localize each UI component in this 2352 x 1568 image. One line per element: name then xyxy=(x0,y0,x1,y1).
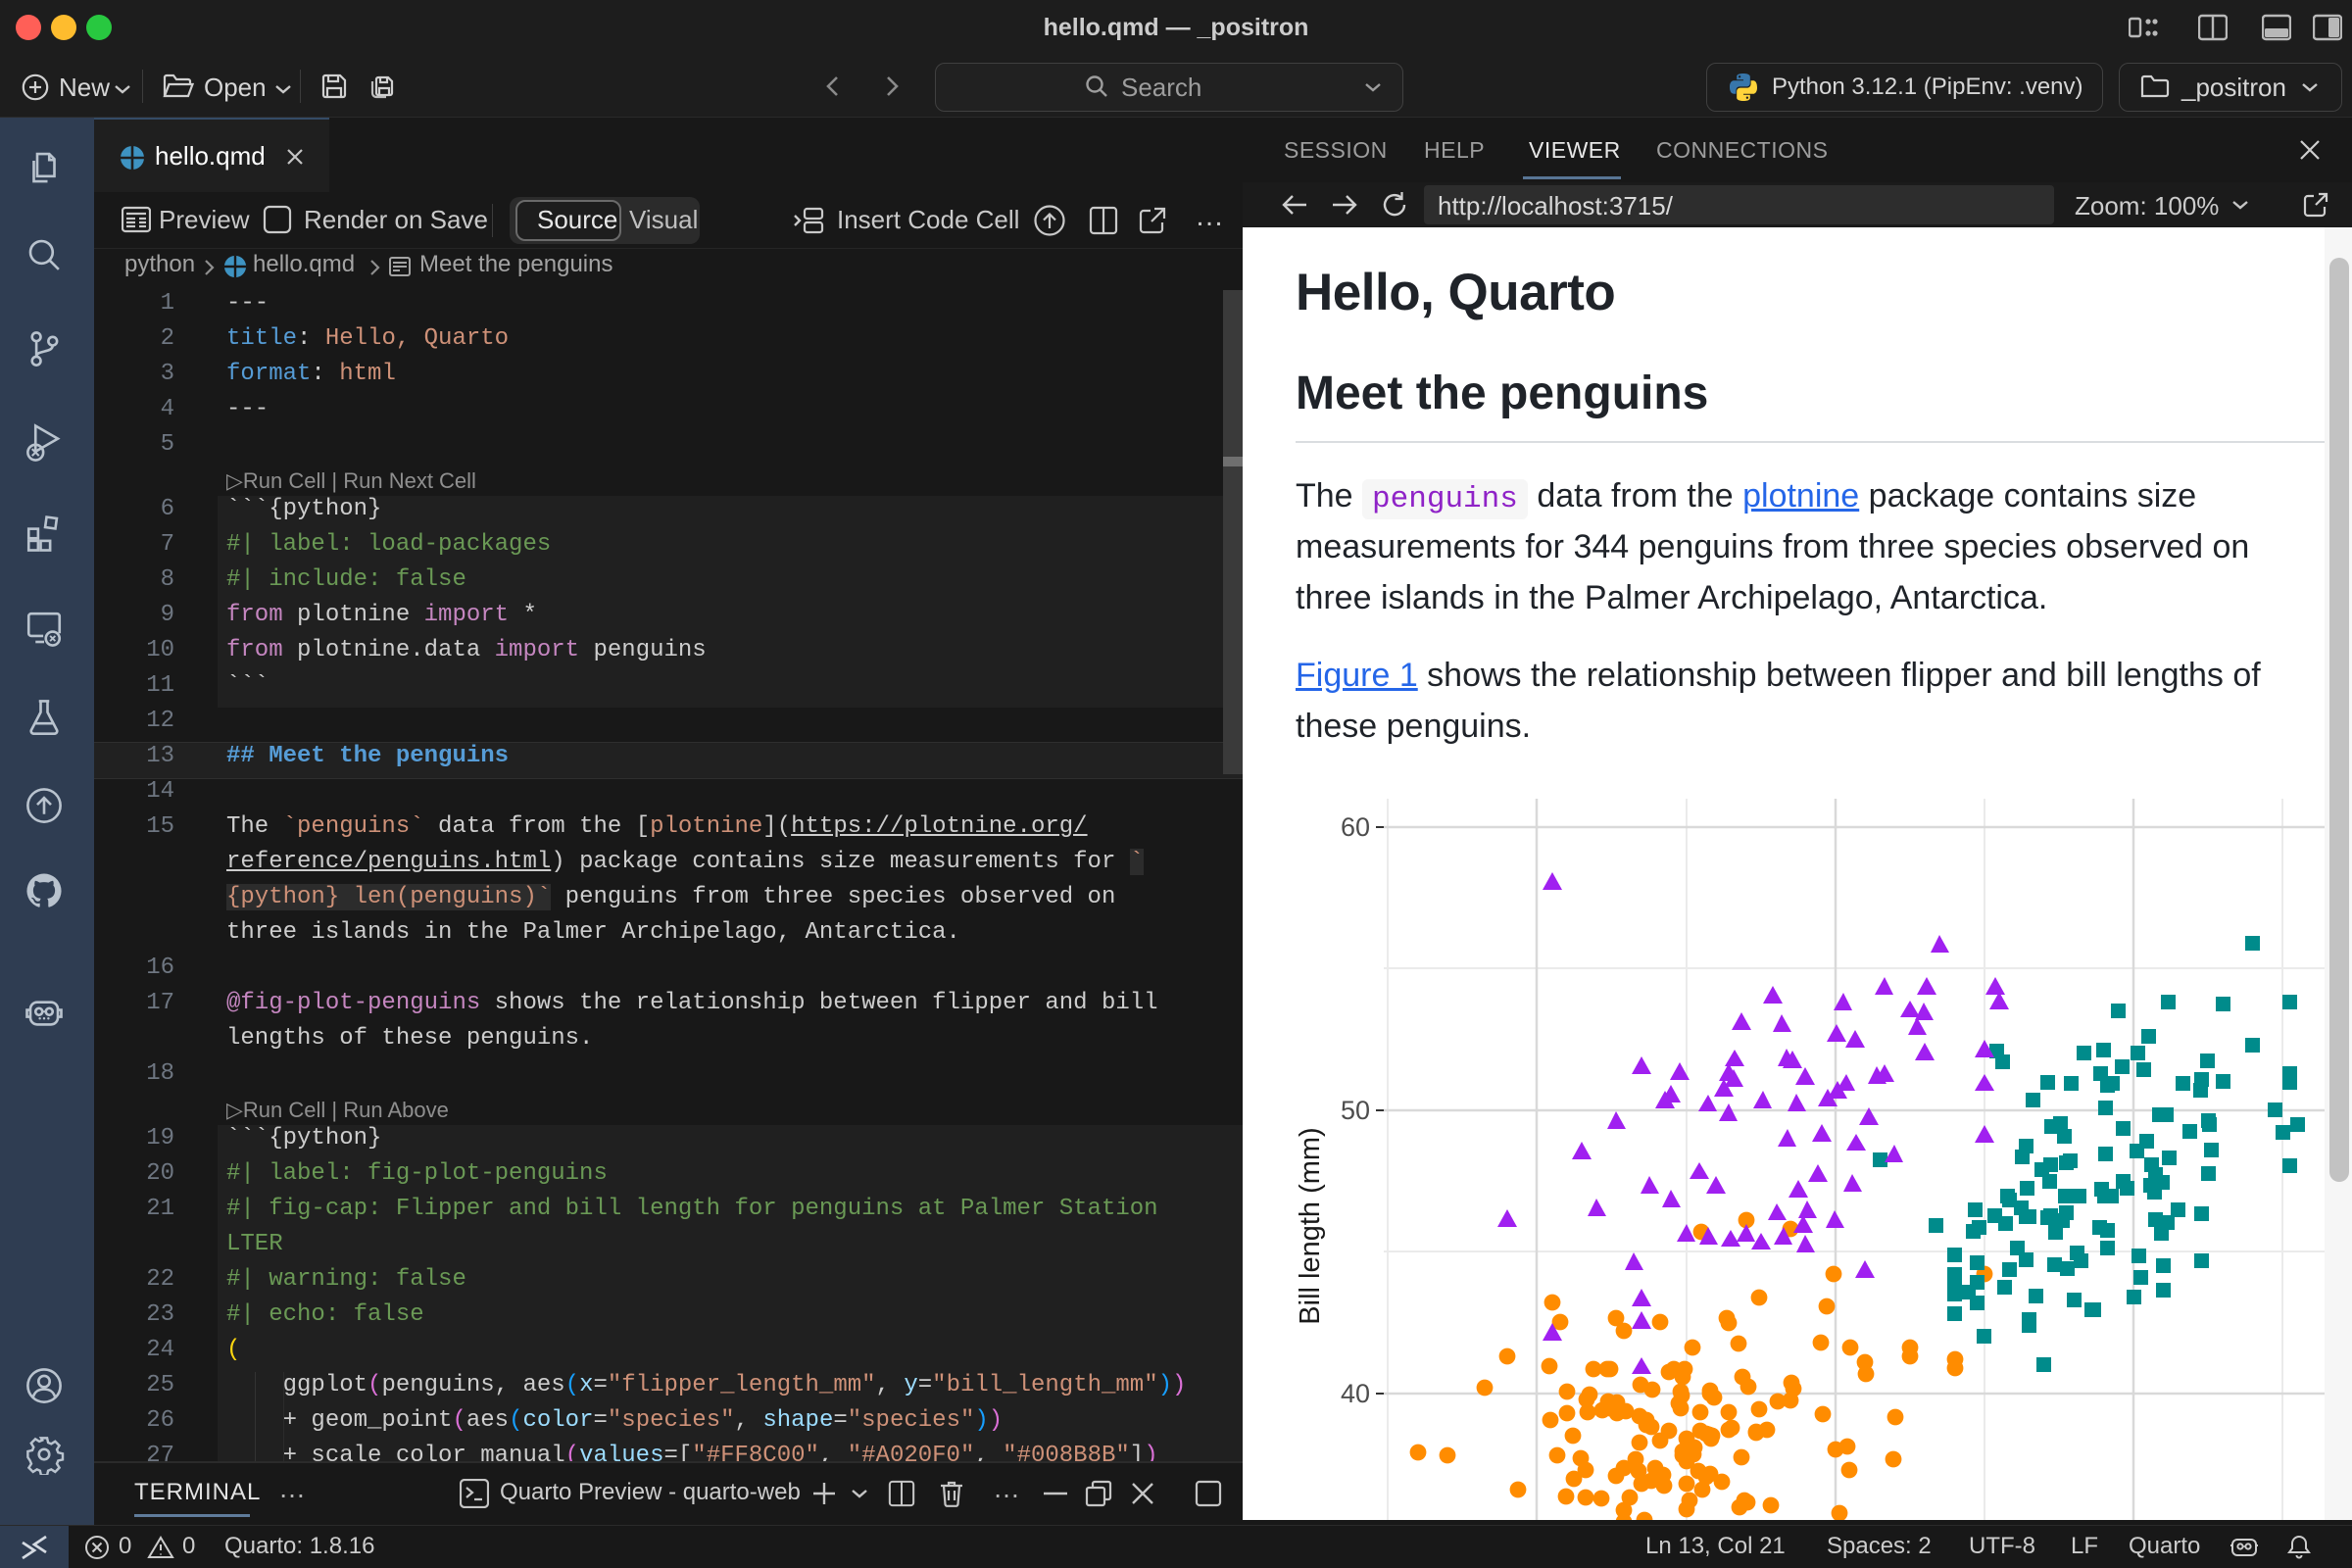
svg-text:40: 40 xyxy=(1341,1379,1370,1408)
svg-text:Bill length (mm): Bill length (mm) xyxy=(1295,1127,1326,1324)
svg-text:50: 50 xyxy=(1341,1096,1370,1125)
svg-text:60: 60 xyxy=(1341,812,1370,842)
